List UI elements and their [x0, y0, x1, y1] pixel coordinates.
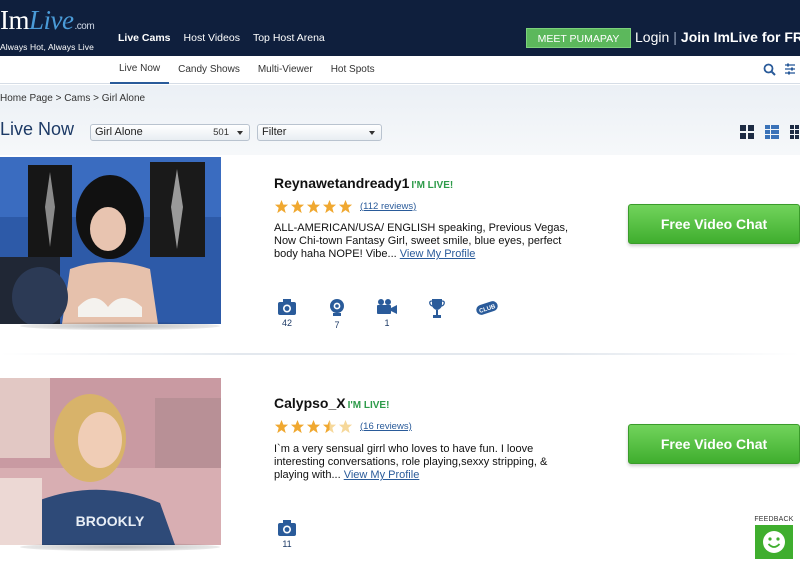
listing-divider [0, 353, 800, 355]
filter-settings-icon[interactable] [784, 62, 796, 76]
search-icon[interactable] [763, 63, 776, 76]
live-badge: I'M LIVE! [411, 180, 454, 191]
host-stats: 11 [262, 519, 312, 549]
host-photo[interactable] [0, 157, 221, 324]
photo-shadow [20, 543, 220, 551]
sub-nav: Live Now Candy Shows Multi-Viewer Hot Sp… [0, 56, 800, 84]
svg-text:BROOKLY: BROOKLY [76, 513, 145, 529]
stat-photos[interactable]: 42 [262, 298, 312, 330]
top-header: ImLive.com Always Hot, Always Live Live … [0, 0, 800, 56]
main-nav: Live Cams Host Videos Top Host Arena [118, 32, 325, 44]
breadcrumb[interactable]: Home Page > Cams > Girl Alone [0, 93, 145, 104]
subnav-candy-shows[interactable]: Candy Shows [169, 56, 249, 84]
grid-large-view-icon[interactable] [739, 124, 755, 140]
chevron-down-icon [237, 131, 243, 135]
auth-separator: | [673, 29, 677, 45]
subnav-hot-spots[interactable]: Hot Spots [322, 56, 384, 84]
video-camera-icon [377, 299, 397, 314]
photo-camera-icon [278, 299, 296, 315]
chevron-down-icon [369, 131, 375, 135]
category-select[interactable]: Girl Alone 501 [90, 124, 250, 141]
star-icon [290, 419, 305, 434]
stat-webcam[interactable]: 7 [312, 298, 362, 330]
nav-top-host-arena[interactable]: Top Host Arena [253, 32, 325, 44]
live-badge: I'M LIVE! [347, 400, 390, 411]
star-empty-icon [338, 419, 353, 434]
free-video-chat-button[interactable]: Free Video Chat [628, 204, 800, 244]
reviews-link[interactable]: (16 reviews) [360, 421, 412, 432]
page-title: Live Now [0, 119, 75, 139]
logo-tagline: Always Hot, Always Live [0, 42, 94, 52]
stat-photos[interactable]: 11 [262, 519, 312, 549]
host-photo-image [0, 157, 221, 324]
category-count: 501 [213, 127, 229, 138]
stat-count: 42 [281, 318, 292, 328]
view-profile-link[interactable]: View My Profile [344, 469, 420, 481]
sub-nav-icons [763, 62, 796, 76]
feedback-widget[interactable]: FEEDBACK [748, 516, 800, 559]
subnav-live-now[interactable]: Live Now [110, 56, 170, 84]
star-icon [306, 419, 321, 434]
host-stats: 42 7 1 CLUB [262, 298, 512, 330]
feedback-button[interactable] [755, 525, 793, 559]
view-profile-link[interactable]: View My Profile [400, 248, 476, 260]
host-photo-image: BROOKLY [0, 378, 221, 545]
host-description: I`m a very sensual girrl who loves to ha… [274, 443, 548, 481]
auth-links: Login|Join ImLive for FREE [635, 29, 800, 45]
trophy-icon [429, 299, 445, 318]
star-icon [322, 199, 337, 214]
subnav-multi-viewer[interactable]: Multi-Viewer [249, 56, 322, 84]
free-video-chat-button[interactable]: Free Video Chat [628, 424, 800, 464]
star-icon [274, 199, 289, 214]
club-badge-icon: CLUB [476, 301, 498, 315]
view-mode-switcher [739, 124, 800, 140]
stat-club[interactable]: CLUB [462, 298, 512, 330]
filter-select-value: Filter [262, 126, 287, 138]
star-icon [290, 199, 305, 214]
stat-count: 11 [282, 539, 292, 549]
star-half-icon [322, 419, 337, 434]
feedback-label: FEEDBACK [754, 516, 794, 523]
stat-trophy[interactable] [412, 298, 462, 330]
reviews-link[interactable]: (112 reviews) [360, 201, 416, 212]
rating-stars: (112 reviews) [274, 199, 416, 214]
host-photo[interactable]: BROOKLY [0, 378, 221, 545]
grid-small-view-icon[interactable] [789, 124, 800, 140]
host-name[interactable]: Reynawetandready1 I'M LIVE! [274, 175, 453, 191]
category-select-value: Girl Alone [95, 126, 143, 138]
logo-wordmark: ImLive.com [0, 5, 95, 35]
host-name[interactable]: Calypso_X I'M LIVE! [274, 395, 389, 411]
photo-shadow [20, 322, 220, 330]
meet-pumapay-button[interactable]: MEET PUMAPAY [526, 28, 631, 48]
list-view-icon[interactable] [764, 124, 780, 140]
webcam-icon [330, 299, 344, 316]
smiley-icon [763, 531, 785, 553]
stat-count: 7 [334, 320, 340, 330]
site-logo[interactable]: ImLive.com Always Hot, Always Live [0, 5, 95, 52]
join-link[interactable]: Join ImLive for FREE [681, 29, 800, 45]
stat-count: 1 [384, 318, 390, 328]
star-icon [338, 199, 353, 214]
filter-select[interactable]: Filter [257, 124, 382, 141]
host-description: ALL-AMERICAN/USA/ ENGLISH speaking, Prev… [274, 222, 569, 260]
login-link[interactable]: Login [635, 29, 669, 45]
nav-live-cams[interactable]: Live Cams [118, 32, 171, 44]
star-icon [274, 419, 289, 434]
rating-stars: (16 reviews) [274, 419, 412, 434]
stat-videos[interactable]: 1 [362, 298, 412, 330]
nav-host-videos[interactable]: Host Videos [184, 32, 240, 44]
sub-nav-items: Live Now Candy Shows Multi-Viewer Hot Sp… [110, 56, 384, 84]
star-icon [306, 199, 321, 214]
photo-camera-icon [278, 520, 296, 536]
